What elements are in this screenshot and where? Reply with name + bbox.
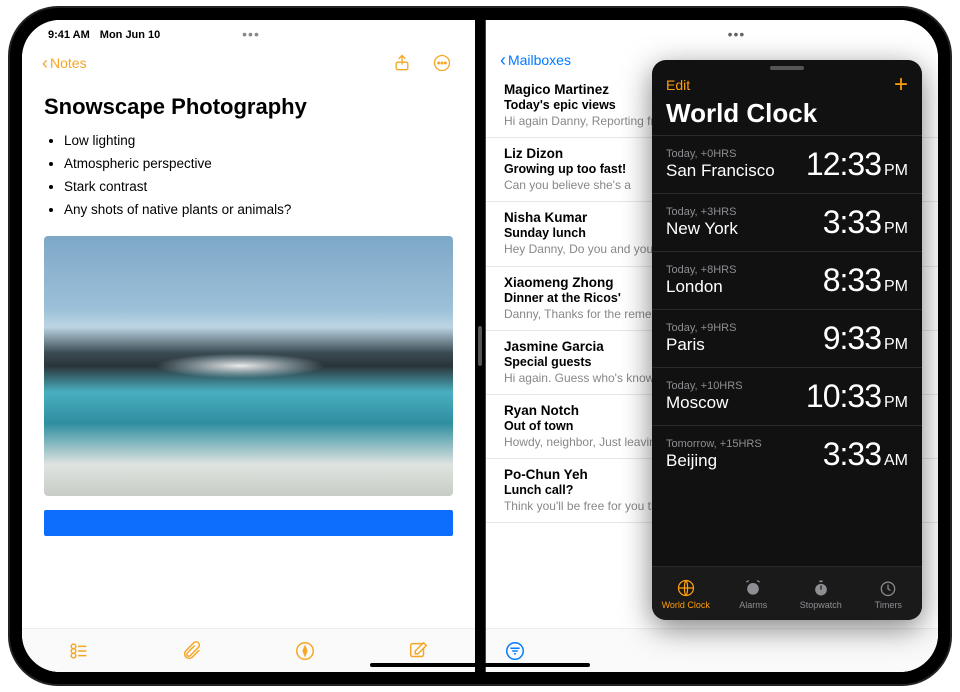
clock-time: 3:33 bbox=[823, 204, 881, 241]
clock-ampm: PM bbox=[884, 220, 908, 238]
tab-timers[interactable]: Timers bbox=[855, 567, 923, 620]
note-bullet: Low lighting bbox=[64, 130, 453, 153]
clock-row[interactable]: Today, +3HRS New York 3:33 PM bbox=[652, 193, 922, 251]
clock-city: London bbox=[666, 277, 736, 297]
filter-icon[interactable] bbox=[504, 640, 526, 662]
clock-city: Paris bbox=[666, 335, 736, 355]
checklist-icon[interactable] bbox=[66, 640, 92, 662]
note-image-partial bbox=[44, 510, 453, 536]
timer-icon bbox=[878, 578, 898, 598]
note-image[interactable] bbox=[44, 236, 453, 496]
chevron-left-icon: ‹ bbox=[500, 53, 506, 67]
chevron-left-icon: ‹ bbox=[42, 56, 48, 70]
markup-icon[interactable] bbox=[292, 640, 318, 662]
clock-edit-button[interactable]: Edit bbox=[666, 77, 690, 93]
tab-label: Alarms bbox=[739, 600, 767, 610]
clock-offset: Tomorrow, +15HRS bbox=[666, 438, 762, 450]
clock-title: World Clock bbox=[652, 94, 922, 135]
multitask-dots-icon[interactable]: ••• bbox=[242, 26, 260, 42]
clock-time: 8:33 bbox=[823, 262, 881, 299]
mail-back-label: Mailboxes bbox=[508, 52, 571, 68]
share-icon[interactable] bbox=[391, 52, 413, 74]
ipad-frame: 9:41 AM Mon Jun 10 100% ••• ••• ‹ Notes bbox=[10, 8, 950, 684]
clock-time: 3:33 bbox=[823, 436, 881, 473]
split-view-divider[interactable] bbox=[475, 20, 485, 672]
clock-offset: Today, +3HRS bbox=[666, 206, 738, 218]
note-bullet: Atmospheric perspective bbox=[64, 153, 453, 176]
alarm-icon bbox=[743, 578, 763, 598]
multitask-dots-icon[interactable]: ••• bbox=[728, 26, 746, 42]
slideover-handle[interactable] bbox=[770, 66, 804, 70]
clock-offset: Today, +0HRS bbox=[666, 148, 775, 160]
compose-icon[interactable] bbox=[405, 640, 431, 662]
clock-ampm: AM bbox=[884, 452, 908, 470]
clock-offset: Today, +9HRS bbox=[666, 322, 736, 334]
tab-world-clock[interactable]: World Clock bbox=[652, 567, 720, 620]
clock-ampm: PM bbox=[884, 278, 908, 296]
notes-back-label: Notes bbox=[50, 55, 87, 71]
clock-offset: Today, +8HRS bbox=[666, 264, 736, 276]
tab-alarms[interactable]: Alarms bbox=[720, 567, 788, 620]
tab-label: Timers bbox=[875, 600, 902, 610]
clock-time: 12:33 bbox=[806, 146, 881, 183]
home-indicator[interactable] bbox=[370, 663, 590, 667]
notes-back-button[interactable]: ‹ Notes bbox=[42, 55, 87, 71]
add-clock-button[interactable]: + bbox=[894, 76, 908, 94]
clock-city: San Francisco bbox=[666, 161, 775, 181]
stopwatch-icon bbox=[811, 578, 831, 598]
clock-city: Beijing bbox=[666, 451, 762, 471]
clock-time: 10:33 bbox=[806, 378, 881, 415]
clock-offset: Today, +10HRS bbox=[666, 380, 743, 392]
note-bullet: Any shots of native plants or animals? bbox=[64, 199, 453, 222]
screen: 9:41 AM Mon Jun 10 100% ••• ••• ‹ Notes bbox=[22, 20, 938, 672]
clock-row[interactable]: Tomorrow, +15HRS Beijing 3:33 AM bbox=[652, 425, 922, 483]
tab-label: Stopwatch bbox=[800, 600, 842, 610]
note-title: Snowscape Photography bbox=[22, 82, 475, 130]
clock-ampm: PM bbox=[884, 336, 908, 354]
note-bullet-list: Low lighting Atmospheric perspective Sta… bbox=[22, 130, 475, 222]
tab-label: World Clock bbox=[662, 600, 710, 610]
clock-row[interactable]: Today, +8HRS London 8:33 PM bbox=[652, 251, 922, 309]
notes-app: ‹ Notes Snowscape Photography Low lighti… bbox=[22, 20, 475, 672]
clock-city: New York bbox=[666, 219, 738, 239]
clock-row[interactable]: Today, +10HRS Moscow 10:33 PM bbox=[652, 367, 922, 425]
attachment-icon[interactable] bbox=[179, 640, 205, 662]
clock-time: 9:33 bbox=[823, 320, 881, 357]
more-icon[interactable] bbox=[431, 52, 453, 74]
clock-ampm: PM bbox=[884, 394, 908, 412]
clock-city: Moscow bbox=[666, 393, 743, 413]
clock-row[interactable]: Today, +9HRS Paris 9:33 PM bbox=[652, 309, 922, 367]
clock-row[interactable]: Today, +0HRS San Francisco 12:33 PM bbox=[652, 135, 922, 193]
clock-ampm: PM bbox=[884, 162, 908, 180]
globe-icon bbox=[676, 578, 696, 598]
tab-stopwatch[interactable]: Stopwatch bbox=[787, 567, 855, 620]
note-bullet: Stark contrast bbox=[64, 176, 453, 199]
clock-slideover[interactable]: Edit + World Clock Today, +0HRS San Fran… bbox=[652, 60, 922, 620]
clock-list[interactable]: Today, +0HRS San Francisco 12:33 PM Toda… bbox=[652, 135, 922, 566]
clock-tabbar: World Clock Alarms Stopwatch Timers bbox=[652, 566, 922, 620]
